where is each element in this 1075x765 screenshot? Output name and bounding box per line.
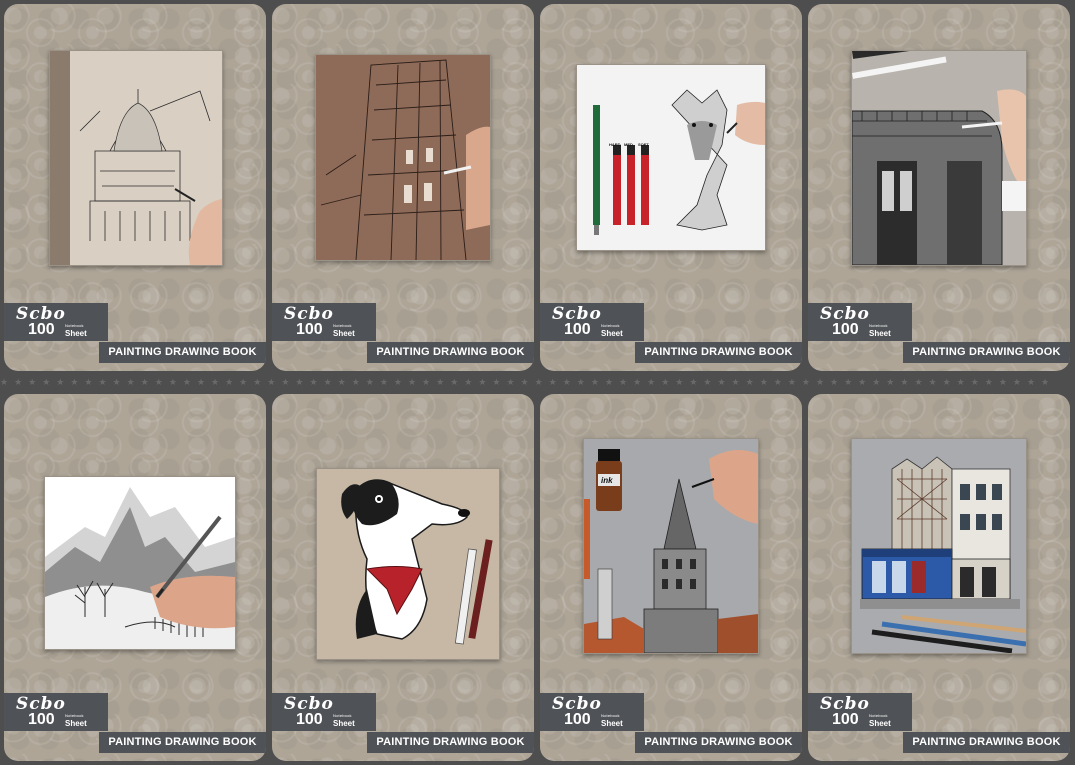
sheet-label: Sheet (333, 329, 355, 338)
brand-badge: Scbo 100 Notebook Sheet (272, 303, 376, 341)
book-title: PAINTING DRAWING BOOK (99, 342, 266, 363)
sheet-count: 100 (832, 321, 859, 338)
sheet-count: 100 (296, 711, 323, 728)
notebook-label: Notebook (65, 713, 84, 718)
cover-illustration-cartoon-dog (316, 468, 500, 660)
cover-illustration-ornate-building (851, 50, 1027, 266)
brand-badge: Scbo 100 Notebook Sheet (4, 693, 108, 731)
notebook-label: Notebook (333, 713, 352, 718)
book-title: PAINTING DRAWING BOOK (367, 342, 534, 363)
sheet-label: Sheet (601, 329, 623, 338)
ink-bottle-label: ink (601, 476, 613, 485)
sheet-label: Sheet (869, 329, 891, 338)
sheet-count: 100 (564, 321, 591, 338)
cover-illustration-mountain-landscape (44, 476, 236, 650)
brand-badge: Scbo 100 Notebook Sheet (4, 303, 108, 341)
lead-label-soft: SOFT (638, 142, 649, 147)
cover-illustration-street-shopfront (851, 438, 1027, 654)
book-title: PAINTING DRAWING BOOK (635, 342, 802, 363)
sheet-label: Sheet (65, 719, 87, 728)
star-divider: ★★★★★★★★★★★★★★★★★★★★★★★★★★★★★★★★★★★★★★★★… (0, 377, 1056, 387)
book-title: PAINTING DRAWING BOOK (903, 732, 1070, 753)
sheet-count: 100 (28, 321, 55, 338)
sheet-count: 100 (296, 321, 323, 338)
sheet-label: Sheet (333, 719, 355, 728)
book-title: PAINTING DRAWING BOOK (903, 342, 1070, 363)
notebook-cover[interactable]: Scbo 100 Notebook Sheet PAINTING DRAWING… (272, 4, 534, 371)
sheet-count: 100 (832, 711, 859, 728)
lead-label-hard: HARD (609, 142, 621, 147)
cover-illustration-tower: ink (583, 438, 759, 654)
notebook-cover-grid: Scbo 100 Notebook Sheet PAINTING DRAWING… (0, 0, 1075, 765)
notebook-cover[interactable]: ink Scbo 100 Notebook Sheet PAINTING DRA… (540, 394, 802, 761)
sheet-count: 100 (564, 711, 591, 728)
brand-badge: Scbo 100 Notebook Sheet (808, 693, 912, 731)
notebook-cover[interactable]: Scbo 100 Notebook Sheet PAINTING DRAWING… (4, 394, 266, 761)
sheet-label: Sheet (601, 719, 623, 728)
sheet-label: Sheet (869, 719, 891, 728)
notebook-label: Notebook (333, 323, 352, 328)
book-title: PAINTING DRAWING BOOK (367, 732, 534, 753)
lead-label-med: MED (624, 142, 633, 147)
notebook-cover[interactable]: Scbo 100 Notebook Sheet PAINTING DRAWING… (808, 394, 1070, 761)
cover-illustration-building-facade (315, 54, 491, 261)
cover-illustration-wolf: HARD MED SOFT (576, 64, 766, 251)
notebook-label: Notebook (601, 323, 620, 328)
brand-badge: Scbo 100 Notebook Sheet (808, 303, 912, 341)
sheet-count: 100 (28, 711, 55, 728)
notebook-cover[interactable]: Scbo 100 Notebook Sheet PAINTING DRAWING… (4, 4, 266, 371)
brand-badge: Scbo 100 Notebook Sheet (540, 693, 644, 731)
cover-illustration-domed-building (49, 50, 223, 266)
notebook-label: Notebook (869, 323, 888, 328)
notebook-label: Notebook (65, 323, 84, 328)
notebook-label: Notebook (869, 713, 888, 718)
notebook-cover[interactable]: Scbo 100 Notebook Sheet PAINTING DRAWING… (808, 4, 1070, 371)
book-title: PAINTING DRAWING BOOK (635, 732, 802, 753)
notebook-label: Notebook (601, 713, 620, 718)
brand-badge: Scbo 100 Notebook Sheet (540, 303, 644, 341)
book-title: PAINTING DRAWING BOOK (99, 732, 266, 753)
notebook-cover[interactable]: HARD MED SOFT Scbo 100 Notebook Sheet PA… (540, 4, 802, 371)
brand-badge: Scbo 100 Notebook Sheet (272, 693, 376, 731)
notebook-cover[interactable]: Scbo 100 Notebook Sheet PAINTING DRAWING… (272, 394, 534, 761)
sheet-label: Sheet (65, 329, 87, 338)
